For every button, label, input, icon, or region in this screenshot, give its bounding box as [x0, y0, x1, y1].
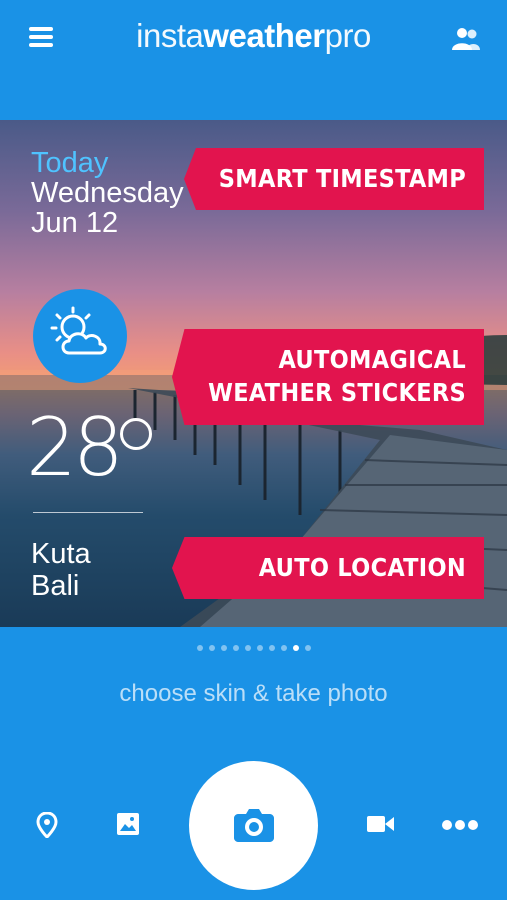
app-header: instaweatherpro: [0, 0, 507, 120]
pager-dot[interactable]: [256, 645, 263, 651]
location-sticker: Kuta Bali: [31, 538, 91, 602]
video-icon[interactable]: [367, 815, 394, 838]
city-label: Kuta: [31, 538, 91, 570]
pager-dot[interactable]: [280, 645, 287, 651]
region-label: Bali: [31, 570, 80, 602]
camera-icon: [234, 809, 274, 842]
friends-icon[interactable]: [450, 26, 482, 52]
choose-skin-caption: choose skin & take photo: [119, 680, 388, 707]
skin-pager[interactable]: [0, 645, 507, 651]
weather-stickers-line2: WEATHER STICKERS: [208, 378, 466, 407]
pager-dot[interactable]: [292, 645, 299, 651]
pager-dot[interactable]: [220, 645, 227, 651]
weather-sticker: [33, 289, 127, 383]
app-title-weather: weather: [203, 17, 325, 54]
weather-stickers-line1: AUTOMAGICAL: [278, 345, 466, 374]
pager-dot[interactable]: [244, 645, 251, 651]
auto-location-banner: AUTO LOCATION: [172, 537, 484, 599]
smart-timestamp-banner: SMART TIMESTAMP: [184, 148, 484, 210]
app-title: instaweatherpro: [0, 17, 507, 55]
pager-dot[interactable]: [232, 645, 239, 651]
pager-dot[interactable]: [208, 645, 215, 651]
preview-photo[interactable]: Today Wednesday Jun 12 SMART TIMESTAMP A…: [0, 120, 507, 627]
pager-dot[interactable]: [304, 645, 311, 651]
app-title-insta: insta: [136, 17, 204, 54]
temperature-value: 28: [26, 401, 124, 494]
app-title-pro: pro: [324, 17, 372, 54]
partly-cloudy-icon: [50, 306, 107, 355]
today-label: Today: [31, 147, 109, 179]
date-label: Jun 12: [31, 207, 119, 239]
date-sticker: Today Wednesday Jun 12: [31, 148, 184, 238]
pager-dot[interactable]: [268, 645, 275, 651]
weather-stickers-banner: AUTOMAGICAL WEATHER STICKERS: [172, 329, 484, 425]
gallery-icon[interactable]: [116, 812, 140, 841]
divider: [33, 512, 143, 513]
weekday-label: Wednesday: [31, 177, 184, 209]
pager-dot[interactable]: [196, 645, 203, 651]
capture-button[interactable]: [189, 761, 318, 890]
more-icon[interactable]: [441, 818, 479, 836]
degree-symbol: [120, 418, 152, 450]
location-pin-icon[interactable]: [36, 811, 58, 843]
